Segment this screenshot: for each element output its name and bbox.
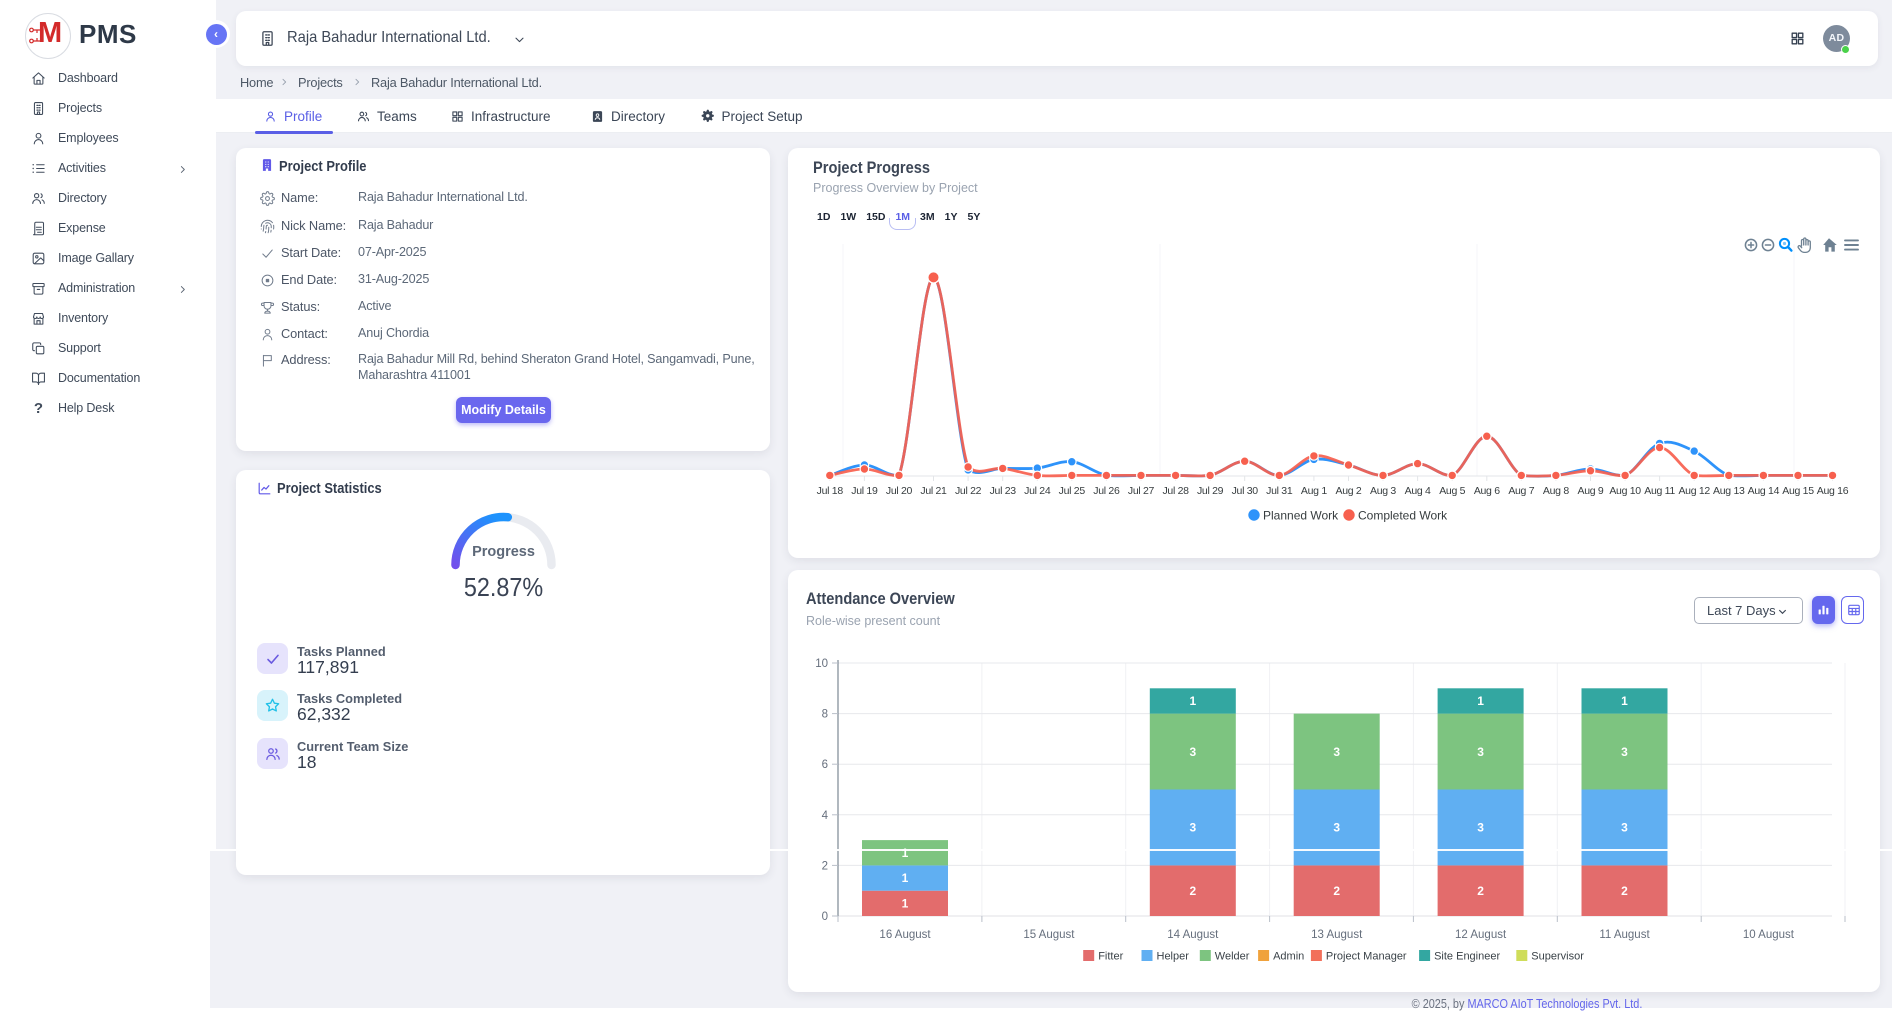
svg-text:13 August: 13 August — [1311, 929, 1363, 941]
svg-text:1: 1 — [1189, 694, 1196, 708]
svg-text:Jul 22: Jul 22 — [955, 485, 982, 497]
svg-text:3: 3 — [1477, 821, 1484, 835]
svg-text:Aug 9: Aug 9 — [1578, 485, 1604, 497]
svg-text:Jul 29: Jul 29 — [1197, 485, 1224, 497]
svg-text:3: 3 — [1189, 745, 1196, 759]
svg-text:Completed Work: Completed Work — [1358, 509, 1448, 523]
svg-text:Welder: Welder — [1215, 951, 1250, 963]
svg-text:8: 8 — [822, 709, 828, 721]
svg-text:Jul 18: Jul 18 — [817, 485, 844, 497]
svg-text:Aug 6: Aug 6 — [1474, 485, 1500, 497]
svg-text:Jul 21: Jul 21 — [920, 485, 947, 497]
svg-text:10: 10 — [815, 658, 828, 670]
svg-text:Site Engineer: Site Engineer — [1434, 951, 1500, 963]
svg-text:1: 1 — [1477, 694, 1484, 708]
svg-text:12 August: 12 August — [1455, 929, 1507, 941]
svg-text:Jul 26: Jul 26 — [1093, 485, 1120, 497]
svg-text:Aug 13: Aug 13 — [1713, 485, 1745, 497]
svg-text:3: 3 — [1477, 745, 1484, 759]
svg-text:6: 6 — [822, 759, 828, 771]
svg-text:Jul 30: Jul 30 — [1232, 485, 1259, 497]
svg-text:3: 3 — [1621, 745, 1628, 759]
svg-text:Jul 20: Jul 20 — [886, 485, 913, 497]
svg-text:Fitter: Fitter — [1098, 951, 1123, 963]
svg-text:Aug 10: Aug 10 — [1609, 485, 1641, 497]
svg-text:1: 1 — [902, 897, 909, 911]
svg-text:0: 0 — [822, 911, 828, 923]
svg-text:15 August: 15 August — [1023, 929, 1075, 941]
svg-text:2: 2 — [1621, 884, 1628, 898]
svg-text:Aug 3: Aug 3 — [1370, 485, 1396, 497]
svg-text:3: 3 — [1621, 821, 1628, 835]
svg-text:3: 3 — [1333, 821, 1340, 835]
svg-text:11 August: 11 August — [1599, 929, 1650, 941]
svg-text:14 August: 14 August — [1167, 929, 1219, 941]
svg-text:Project Manager: Project Manager — [1326, 951, 1407, 963]
svg-text:Jul 19: Jul 19 — [851, 485, 878, 497]
svg-text:Aug 15: Aug 15 — [1782, 485, 1814, 497]
svg-text:Aug 7: Aug 7 — [1508, 485, 1534, 497]
svg-text:10 August: 10 August — [1743, 929, 1795, 941]
svg-text:Admin: Admin — [1273, 951, 1304, 963]
svg-text:Helper: Helper — [1157, 951, 1190, 963]
svg-text:2: 2 — [822, 860, 828, 872]
svg-text:Aug 4: Aug 4 — [1405, 485, 1431, 497]
svg-text:Jul 24: Jul 24 — [1024, 485, 1051, 497]
svg-text:1: 1 — [1621, 694, 1628, 708]
svg-text:Jul 28: Jul 28 — [1162, 485, 1189, 497]
svg-text:1: 1 — [902, 871, 909, 885]
svg-text:Aug 8: Aug 8 — [1543, 485, 1569, 497]
svg-text:3: 3 — [1333, 745, 1340, 759]
svg-text:Supervisor: Supervisor — [1531, 951, 1584, 963]
svg-text:Jul 31: Jul 31 — [1266, 485, 1293, 497]
svg-text:2: 2 — [1189, 884, 1196, 898]
svg-text:Aug 5: Aug 5 — [1439, 485, 1465, 497]
svg-text:2: 2 — [1477, 884, 1484, 898]
svg-text:Aug 12: Aug 12 — [1678, 485, 1710, 497]
svg-text:Aug 16: Aug 16 — [1817, 485, 1849, 497]
svg-text:Aug 1: Aug 1 — [1301, 485, 1327, 497]
svg-text:2: 2 — [1333, 884, 1340, 898]
svg-text:Aug 11: Aug 11 — [1644, 485, 1675, 497]
svg-text:Aug 2: Aug 2 — [1336, 485, 1362, 497]
svg-text:3: 3 — [1189, 821, 1196, 835]
svg-text:Jul 23: Jul 23 — [990, 485, 1017, 497]
svg-text:16 August: 16 August — [879, 929, 931, 941]
svg-text:4: 4 — [822, 810, 829, 822]
svg-text:Aug 14: Aug 14 — [1748, 485, 1780, 497]
svg-text:Jul 25: Jul 25 — [1059, 485, 1086, 497]
svg-text:Planned Work: Planned Work — [1263, 509, 1339, 523]
svg-text:Jul 27: Jul 27 — [1128, 485, 1155, 497]
